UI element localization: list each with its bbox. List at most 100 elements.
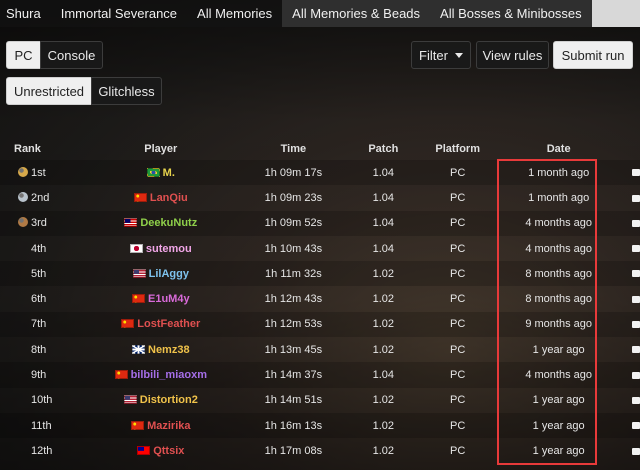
rank-label: 8th	[31, 343, 47, 356]
platform-cell: PC	[414, 160, 502, 186]
player-cell: DeekuNutz	[87, 210, 235, 236]
video-camera-icon[interactable]	[632, 396, 640, 404]
player-cell: Qttsix	[87, 438, 234, 463]
platform-cell: PC	[450, 343, 466, 356]
china-flag-icon	[114, 370, 128, 380]
rank-label: 1st	[31, 166, 46, 179]
video-camera-icon[interactable]	[632, 295, 640, 303]
video-camera-icon[interactable]	[632, 169, 640, 177]
video-camera-icon[interactable]	[632, 371, 640, 379]
column-time[interactable]: Time	[234, 138, 352, 160]
time-cell: 1h 14m 51s	[264, 394, 323, 407]
patch-cell: 1.02	[372, 444, 395, 457]
column-patch[interactable]: Patch	[353, 138, 414, 160]
video-camera-icon[interactable]	[632, 270, 640, 278]
tab-all-bosses-minibosses[interactable]: All Bosses & Minibosses	[430, 0, 592, 27]
player-name-link[interactable]: LanQiu	[150, 192, 188, 204]
time-cell: 1h 11m 32s	[234, 261, 353, 287]
video-camera-icon[interactable]	[632, 321, 640, 329]
table-row[interactable]: 2nd LanQiu 1h 09m 23s 1.04 PC 1 month ago	[0, 185, 640, 210]
rank-cell: 9th	[0, 362, 88, 388]
tab-shura[interactable]: Shura	[0, 0, 51, 27]
time-cell: 1h 09m 52s	[234, 210, 353, 236]
time-cell: 1h 16m 13s	[234, 412, 353, 439]
video-cell	[616, 210, 640, 236]
table-row[interactable]: 8th Nemz38 1h 13m 45s 1.02 PC 1 year ago	[0, 337, 640, 362]
table-row[interactable]: 6th E1uM4y 1h 12m 43s 1.02 PC 8 months ago	[0, 286, 640, 311]
player-name-link[interactable]: Qttsix	[153, 445, 184, 457]
table-header-row: Rank Player Time Patch Platform Date	[0, 138, 640, 160]
china-flag-icon	[121, 319, 135, 329]
submit-run-button[interactable]: Submit run	[553, 41, 633, 69]
rank-cell: 7th	[0, 311, 88, 338]
time-cell: 1h 12m 43s	[264, 293, 323, 306]
rank-label: 2nd	[31, 191, 50, 204]
player-name-link[interactable]: LilAggy	[149, 268, 189, 280]
platform-cell: PC	[450, 191, 466, 204]
player-cell: LilAggy	[87, 261, 235, 287]
china-flag-icon	[133, 192, 147, 202]
rank-label: 3rd	[31, 217, 47, 230]
column-platform[interactable]: Platform	[414, 138, 501, 160]
date-cell: 9 months ago	[501, 311, 616, 338]
table-row[interactable]: 5th LilAggy 1h 11m 32s 1.02 PC 8 months ago	[0, 261, 640, 287]
video-camera-icon[interactable]	[632, 194, 640, 202]
date-cell: 4 months ago	[501, 210, 616, 236]
category-glitchless-button[interactable]: Glitchless	[91, 77, 162, 105]
table-row[interactable]: 11th Mazirika 1h 16m 13s 1.02 PC 1 year ago	[0, 412, 640, 439]
player-cell: E1uM4y	[87, 286, 234, 311]
player-name-link[interactable]: LostFeather	[137, 318, 200, 330]
date-cell: 4 months ago	[525, 242, 592, 255]
patch-cell: 1.02	[352, 311, 415, 338]
video-cell	[616, 286, 640, 311]
column-rank[interactable]: Rank	[0, 138, 87, 160]
platform-cell: PC	[450, 293, 466, 306]
view-rules-button[interactable]: View rules	[476, 41, 549, 69]
patch-cell: 1.02	[372, 293, 395, 306]
player-name-link[interactable]: DeekuNutz	[140, 217, 197, 229]
date-cell: 1 year ago	[532, 444, 585, 457]
tab-immortal-severance[interactable]: Immortal Severance	[51, 0, 187, 27]
table-row[interactable]: 4th sutemou 1h 10m 43s 1.04 PC 4 months ago	[0, 236, 640, 261]
rank-cell: 1st	[0, 160, 88, 186]
table-row[interactable]: 12th Qttsix 1h 17m 08s 1.02 PC 1 year ago	[0, 438, 640, 463]
player-cell: LostFeather	[87, 311, 235, 338]
table-row[interactable]: 9th bilbili_miaoxm 1h 14m 37s 1.04 PC 4 month…	[0, 362, 640, 388]
rank-cell: 4th	[0, 236, 87, 261]
video-camera-icon[interactable]	[632, 245, 640, 253]
player-name-link[interactable]: Nemz38	[148, 344, 190, 356]
tab-all-memories-beads[interactable]: All Memories & Beads	[282, 0, 431, 27]
china-flag-icon	[131, 420, 145, 430]
video-camera-icon[interactable]	[632, 422, 640, 430]
patch-cell: 1.02	[352, 261, 415, 287]
tab-all-memories[interactable]: All Memories	[187, 0, 282, 27]
bronze-medal-icon	[18, 217, 28, 228]
video-cell	[616, 362, 640, 388]
table-row[interactable]: 10th Distortion2 1h 14m 51s 1.02 PC 1 year ag…	[0, 388, 640, 413]
filter-dropdown[interactable]: Filter	[411, 41, 471, 69]
category-unrestricted-button[interactable]: Unrestricted	[6, 77, 92, 105]
table-row[interactable]: 1st M. 1h 09m 17s 1.04 PC 1 month ago	[0, 160, 640, 186]
video-camera-icon[interactable]	[632, 346, 640, 354]
player-name-link[interactable]: bilbili_miaoxm	[131, 369, 207, 381]
column-player[interactable]: Player	[87, 138, 234, 160]
rank-label: 9th	[31, 369, 47, 382]
usa-flag-icon	[123, 395, 137, 405]
player-name-link[interactable]: sutemou	[146, 243, 192, 255]
player-name-link[interactable]: M.	[163, 167, 175, 179]
silver-medal-icon	[18, 191, 28, 202]
patch-cell: 1.02	[352, 412, 415, 439]
rank-label: 7th	[31, 318, 47, 331]
player-name-link[interactable]: Mazirika	[147, 420, 190, 432]
table-row[interactable]: 7th LostFeather 1h 12m 53s 1.02 PC 9 months a…	[0, 311, 640, 338]
platform-cell: PC	[414, 362, 502, 388]
player-name-link[interactable]: Distortion2	[140, 394, 198, 406]
platform-pc-button[interactable]: PC	[6, 41, 41, 69]
video-camera-icon[interactable]	[632, 219, 640, 227]
column-date[interactable]: Date	[501, 138, 616, 160]
video-camera-icon[interactable]	[632, 447, 640, 455]
platform-console-button[interactable]: Console	[40, 41, 103, 69]
date-cell: 1 year ago	[501, 412, 616, 439]
player-name-link[interactable]: E1uM4y	[148, 293, 190, 305]
table-row[interactable]: 3rd DeekuNutz 1h 09m 52s 1.04 PC 4 months ago	[0, 210, 640, 236]
